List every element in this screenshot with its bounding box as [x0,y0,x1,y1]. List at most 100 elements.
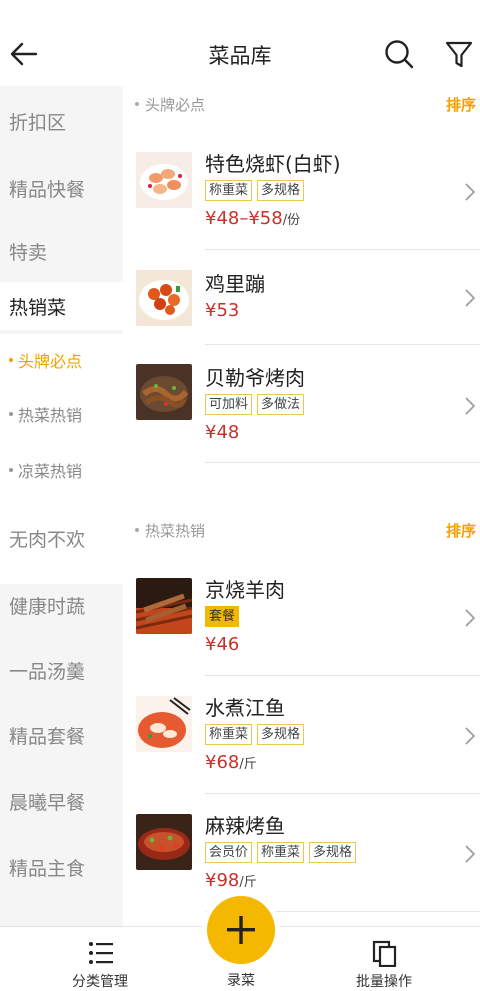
price-value: ¥46 [205,634,240,655]
dish-photo [136,364,192,420]
sidebar-item-discount[interactable]: 折扣区 [0,86,123,156]
dish-tags: 可加料 多做法 [205,394,305,415]
section-header: 热菜热销 排序 [123,512,480,548]
sidebar-item-special-sale[interactable]: 特卖 [0,220,123,282]
dish-name: 水煮江鱼 [205,696,285,720]
sidebar-subitem-label: 凉菜热销 [18,462,83,481]
sidebar-item-label: 热销菜 [9,296,67,319]
price-value: ¥48–¥58 [205,208,283,229]
dish-tag: 称重菜 [205,180,253,201]
dish-price: ¥48–¥58/份 [205,208,300,229]
sidebar-item-label: 无肉不欢 [9,528,86,551]
dish-photo [136,814,192,870]
copy-icon [372,940,397,967]
dish-tag: 多规格 [257,724,305,745]
dish-photo [136,152,192,208]
dish-price: ¥53 [205,300,239,321]
sidebar-item-label: 精品套餐 [9,725,86,748]
bullet-dot-icon [9,468,13,472]
header-bar: 菜品库 [0,0,480,86]
price-value: ¥53 [205,300,240,321]
sidebar-item-label: 晨曦早餐 [9,791,86,814]
dish-tags: 称重菜 多规格 [205,180,305,201]
sidebar-item-label: 一品汤羹 [9,660,86,683]
chevron-right-icon [465,397,476,415]
batch-operation-button[interactable]: 批量操作 [314,927,454,990]
sidebar-subitem-label: 头牌必点 [18,352,83,371]
sidebar-item-healthy-veg[interactable]: 健康时蔬 [0,572,123,638]
bullet-dot-icon [135,102,139,106]
dish-item[interactable]: 京烧羊肉 套餐 ¥46 [123,558,480,678]
dish-tag: 多规格 [257,180,305,201]
dish-tag: 可加料 [205,394,253,415]
sidebar-item-breakfast[interactable]: 晨曦早餐 [0,768,123,834]
dish-tag: 称重菜 [205,724,253,745]
sidebar-item-label: 折扣区 [9,111,67,134]
tab-label: 分类管理 [72,974,128,990]
sidebar-item-label: 精品主食 [9,857,86,880]
bullet-dot-icon [135,528,139,532]
dish-item[interactable]: 贝勒爷烤肉 可加料 多做法 ¥48 [123,344,480,464]
dish-tags: 会员价 称重菜 多规格 [205,842,357,863]
dish-name: 贝勒爷烤肉 [205,366,305,390]
price-unit: /斤 [239,875,257,890]
dish-price: ¥46 [205,634,239,655]
category-sidebar: 折扣区 精品快餐 特卖 热销菜 头牌必点 热菜热销 凉菜热销 无肉不欢 健康时蔬… [0,86,123,928]
sort-button[interactable]: 排序 [446,520,476,541]
category-manage-button[interactable]: 分类管理 [30,927,170,990]
dish-tag: 多做法 [257,394,305,415]
price-value: ¥68 [205,752,240,773]
dish-name: 麻辣烤鱼 [205,814,285,838]
dish-photo [136,270,192,326]
price-value: ¥48 [205,422,240,443]
section-title: 头牌必点 [135,94,205,115]
sidebar-item-fast-food[interactable]: 精品快餐 [0,156,123,220]
chevron-right-icon [465,727,476,745]
sidebar-subitem-cold-dishes[interactable]: 凉菜热销 [0,442,123,498]
dish-item[interactable]: 特色烧虾(白虾) 称重菜 多规格 ¥48–¥58/份 [123,132,480,252]
sidebar-item-set-meals[interactable]: 精品套餐 [0,702,123,768]
sidebar-subitem-label: 热菜热销 [18,406,83,425]
chevron-right-icon [465,845,476,863]
list-icon [89,942,113,964]
bullet-dot-icon [9,412,13,416]
dish-price: ¥68/斤 [205,752,257,773]
dish-name: 京烧羊肉 [205,578,285,602]
dish-item[interactable]: 鸡里蹦 ¥53 [123,250,480,346]
section-title: 热菜热销 [135,520,205,541]
section-title-text: 热菜热销 [145,521,206,540]
dish-name: 鸡里蹦 [205,272,265,296]
dish-price: ¥48 [205,422,239,443]
sidebar-subitem-signature[interactable]: 头牌必点 [0,334,123,386]
dish-tag: 会员价 [205,842,253,863]
dish-item[interactable]: 水煮江鱼 称重菜 多规格 ¥68/斤 [123,676,480,796]
dish-tag: 多规格 [309,842,357,863]
filter-icon[interactable] [444,38,474,70]
add-dish-label: 录菜 [227,973,255,989]
dish-photo [136,696,192,752]
sidebar-item-label: 精品快餐 [9,178,86,201]
sidebar-item-hot-selling[interactable]: 热销菜 [0,282,123,330]
sidebar-item-meat-lovers[interactable]: 无肉不欢 [0,504,123,572]
divider [205,462,480,463]
dish-name: 特色烧虾(白虾) [205,152,341,176]
add-dish-button[interactable] [207,896,275,964]
sidebar-item-soups[interactable]: 一品汤羹 [0,638,123,702]
sidebar-item-label: 健康时蔬 [9,595,86,618]
chevron-right-icon [465,289,476,307]
sort-button[interactable]: 排序 [446,94,476,115]
sidebar-item-staples[interactable]: 精品主食 [0,834,123,900]
plus-icon [227,916,255,944]
chevron-right-icon [465,183,476,201]
dish-photo [136,578,192,634]
search-icon[interactable] [384,38,414,70]
price-value: ¥98 [205,870,240,891]
dish-item[interactable]: 麻辣烤鱼 会员价 称重菜 多规格 ¥98/斤 [123,794,480,914]
tab-label: 批量操作 [356,974,412,990]
section-header: 头牌必点 排序 [123,86,480,122]
dish-tags: 套餐 [205,606,240,627]
sidebar-subitem-hot-dishes[interactable]: 热菜热销 [0,388,123,440]
dish-tags: 称重菜 多规格 [205,724,305,745]
chevron-right-icon [465,609,476,627]
dish-tag: 套餐 [205,606,240,627]
